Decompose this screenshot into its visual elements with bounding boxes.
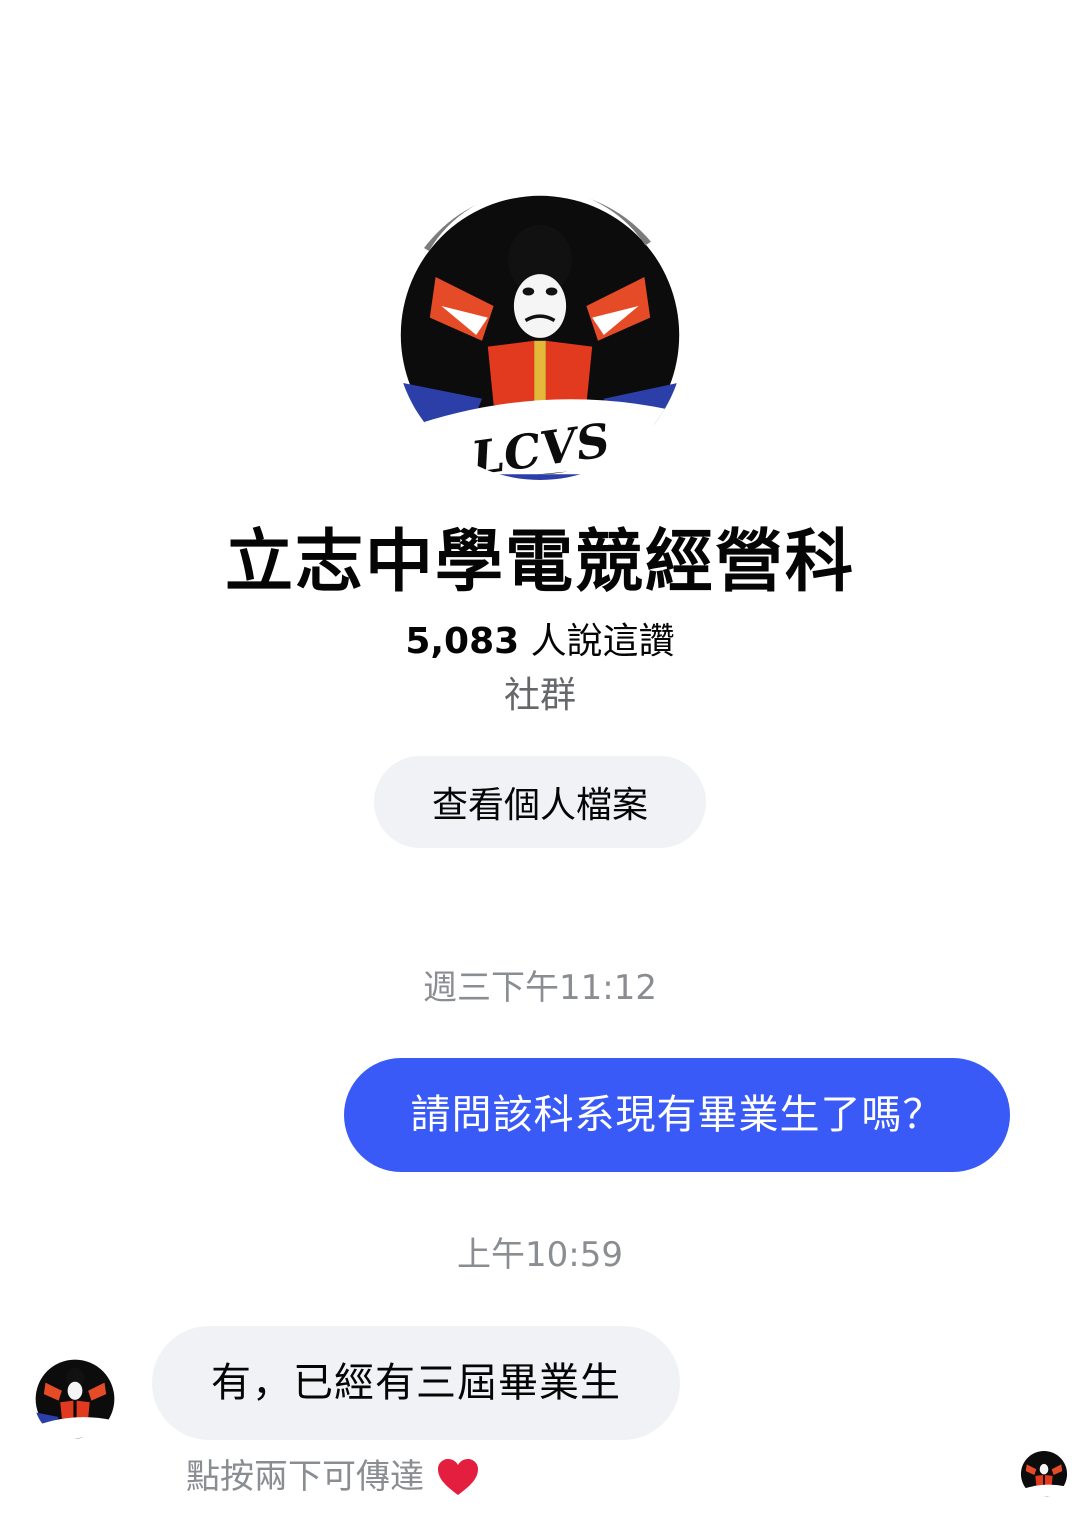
gorilla-logo-icon [34, 1358, 116, 1440]
heart-icon [438, 1459, 478, 1495]
gorilla-logo-icon [1020, 1450, 1068, 1498]
gorilla-logo-icon: LCVS [395, 190, 685, 480]
view-profile-button[interactable]: 查看個人檔案 [374, 756, 706, 848]
likes-suffix: 人說這讚 [519, 621, 675, 662]
hint-text: 點按兩下可傳達 [186, 1457, 424, 1497]
page-name: 立志中學電競經營科 [224, 523, 855, 602]
likes-count: 5,083 [405, 621, 520, 662]
sender-avatar[interactable] [34, 1358, 116, 1440]
incoming-message-bubble[interactable]: 有，已經有三屆畢業生 [152, 1326, 680, 1440]
double-tap-hint: 點按兩下可傳達 [186, 1452, 480, 1502]
page-category: 社群 [503, 675, 576, 716]
outgoing-message-bubble[interactable]: 請問該科系現有畢業生了嗎？ [344, 1058, 1010, 1172]
likes-line: 5,083 人說這讚 [0, 618, 1080, 666]
message-timestamp: 上午10:59 [457, 1235, 623, 1275]
read-receipt-avatar [1020, 1450, 1068, 1498]
profile-avatar[interactable]: LCVS [395, 190, 685, 480]
message-timestamp: 週三下午11:12 [423, 968, 657, 1008]
